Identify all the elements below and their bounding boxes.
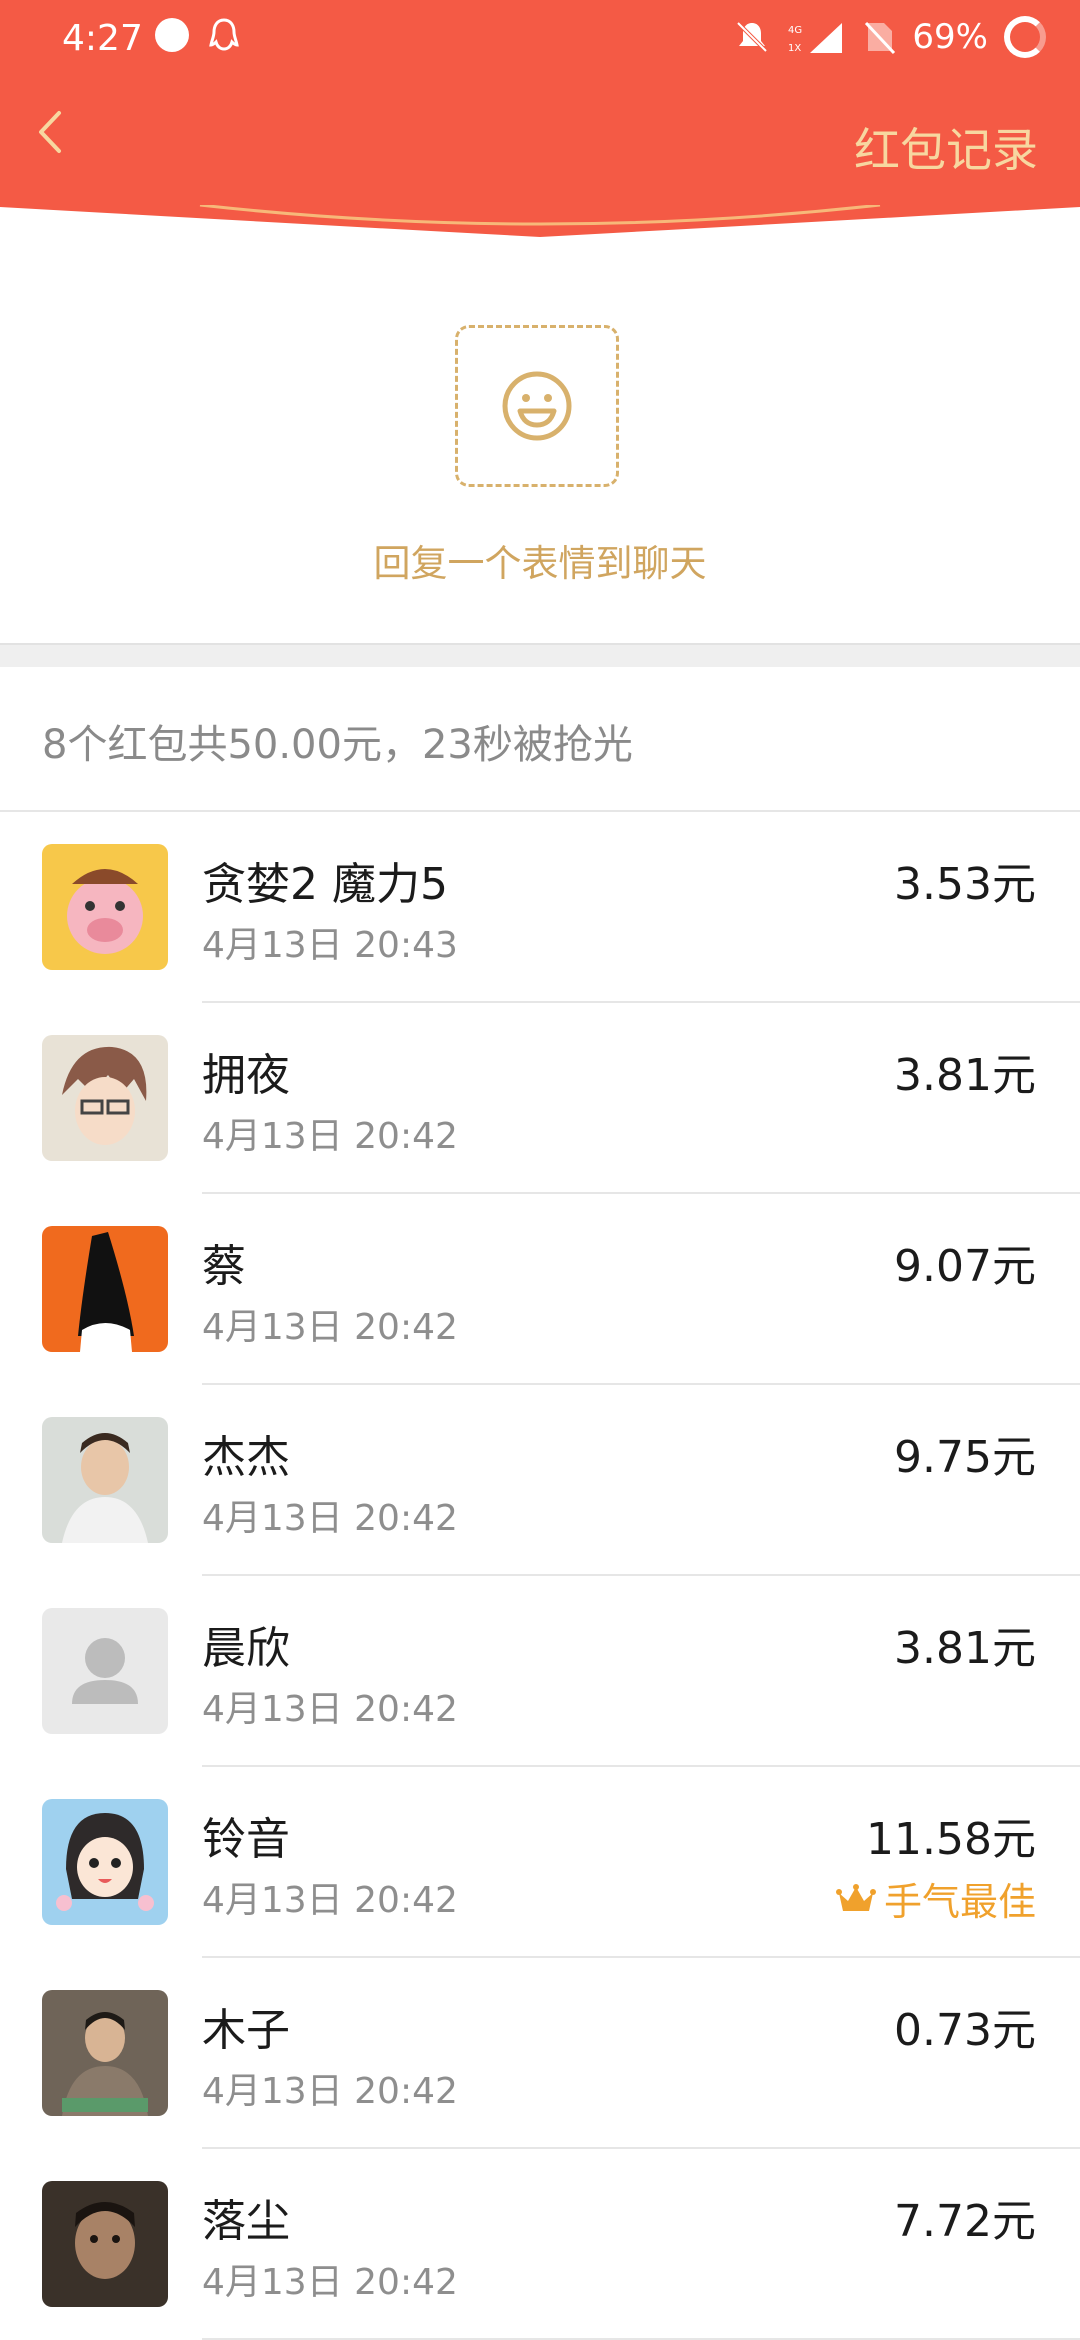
section-divider <box>0 643 1080 667</box>
avatar[interactable] <box>42 2181 168 2307</box>
avatar[interactable] <box>42 1990 168 2116</box>
list-item[interactable]: 落尘 4月13日 20:42 7.72元 <box>0 2149 1080 2340</box>
avatar[interactable] <box>42 1799 168 1925</box>
list-item[interactable]: 蔡 4月13日 20:42 9.07元 <box>0 1194 1080 1385</box>
emoji-reply-hint[interactable]: 回复一个表情到聊天 <box>0 533 1080 587</box>
best-luck-label: 手气最佳 <box>883 1880 1036 1924</box>
qq-icon <box>209 18 239 51</box>
record-amount: 3.81元 <box>894 1050 1036 1101</box>
record-name: 落尘 <box>202 2196 290 2247</box>
status-left-icons <box>155 18 239 54</box>
record-date: 4月13日 20:42 <box>202 2071 458 2112</box>
chevron-left-icon <box>39 111 61 153</box>
record-date: 4月13日 20:42 <box>202 1689 458 1730</box>
list-item[interactable]: 晨欣 4月13日 20:42 3.81元 <box>0 1576 1080 1767</box>
anime-boy-avatar <box>62 1046 147 1145</box>
battery-percent: 69% <box>912 17 988 57</box>
record-date: 4月13日 20:42 <box>202 1880 458 1921</box>
record-amount: 3.81元 <box>894 1623 1036 1674</box>
record-name: 晨欣 <box>202 1623 290 1674</box>
avatar[interactable] <box>42 1035 168 1161</box>
list-item[interactable]: 杰杰 4月13日 20:42 9.75元 <box>0 1385 1080 1576</box>
record-name: 铃音 <box>202 1814 290 1865</box>
record-date: 4月13日 20:42 <box>202 1116 458 1157</box>
anime-girl-avatar <box>56 1813 154 1911</box>
record-amount: 9.07元 <box>894 1241 1036 1292</box>
back-button[interactable] <box>28 110 72 154</box>
record-amount: 7.72元 <box>894 2196 1036 2247</box>
summary-text: 8个红包共50.00元，23秒被抢光 <box>42 722 633 768</box>
status-bar: 4:27 4G 1X 69% <box>0 0 1080 80</box>
header-curve <box>0 205 1080 237</box>
record-date: 4月13日 20:42 <box>202 1498 458 1539</box>
list-item[interactable]: 贪婪2 魔力5 4月13日 20:43 3.53元 <box>0 812 1080 1003</box>
header-bar: 4:27 4G 1X 69% 红包记录 <box>0 0 1080 205</box>
record-name: 拥夜 <box>202 1050 290 1101</box>
status-right: 4G 1X 69% <box>734 16 1046 58</box>
avatar[interactable] <box>42 1417 168 1543</box>
record-name: 木子 <box>202 2005 290 2056</box>
record-date: 4月13日 20:42 <box>202 1307 458 1348</box>
avatar[interactable] <box>42 1608 168 1734</box>
list-item[interactable]: 拥夜 4月13日 20:42 3.81元 <box>0 1003 1080 1194</box>
record-amount: 9.75元 <box>894 1432 1036 1483</box>
avatar[interactable] <box>42 844 168 970</box>
pig-cartoon-avatar <box>67 869 143 954</box>
avatar[interactable] <box>42 1226 168 1352</box>
page-title[interactable]: 红包记录 <box>854 114 1038 180</box>
smiley-icon <box>502 371 572 441</box>
default-user-icon <box>72 1638 138 1704</box>
crown-icon <box>835 1883 876 1911</box>
browser-icon <box>155 18 189 52</box>
record-date: 4月13日 20:43 <box>202 925 458 966</box>
list-item[interactable]: 铃音 4月13日 20:42 11.58元 手气最佳 <box>0 1767 1080 1958</box>
record-name: 贪婪2 魔力5 <box>202 859 448 910</box>
record-list: 贪婪2 魔力5 4月13日 20:43 3.53元 拥夜 4月13日 20:42… <box>0 812 1080 2340</box>
best-luck-badge: 手气最佳 <box>835 1871 1036 1926</box>
svg-text:4G: 4G <box>788 25 802 36</box>
emoji-reply-button[interactable] <box>455 325 619 487</box>
cat-avatar <box>78 1232 134 1352</box>
photo-person-avatar <box>62 1433 148 1543</box>
battery-ring-icon <box>1004 16 1046 58</box>
svg-text:1X: 1X <box>788 43 801 54</box>
list-item[interactable]: 木子 4月13日 20:42 0.73元 <box>0 1958 1080 2149</box>
record-amount: 0.73元 <box>894 2005 1036 2056</box>
mute-bell-icon <box>737 21 768 53</box>
record-date: 4月13日 20:42 <box>202 2262 458 2303</box>
photo-man-avatar <box>62 2012 148 2116</box>
no-sim-icon <box>865 21 896 55</box>
signal-icon: 4G 1X <box>788 23 843 54</box>
photo-face-avatar <box>75 2202 135 2279</box>
record-name: 杰杰 <box>202 1432 290 1483</box>
record-name: 蔡 <box>202 1241 246 1292</box>
record-amount: 3.53元 <box>894 859 1036 910</box>
record-amount: 11.58元 <box>866 1814 1036 1865</box>
status-time: 4:27 <box>62 18 143 59</box>
